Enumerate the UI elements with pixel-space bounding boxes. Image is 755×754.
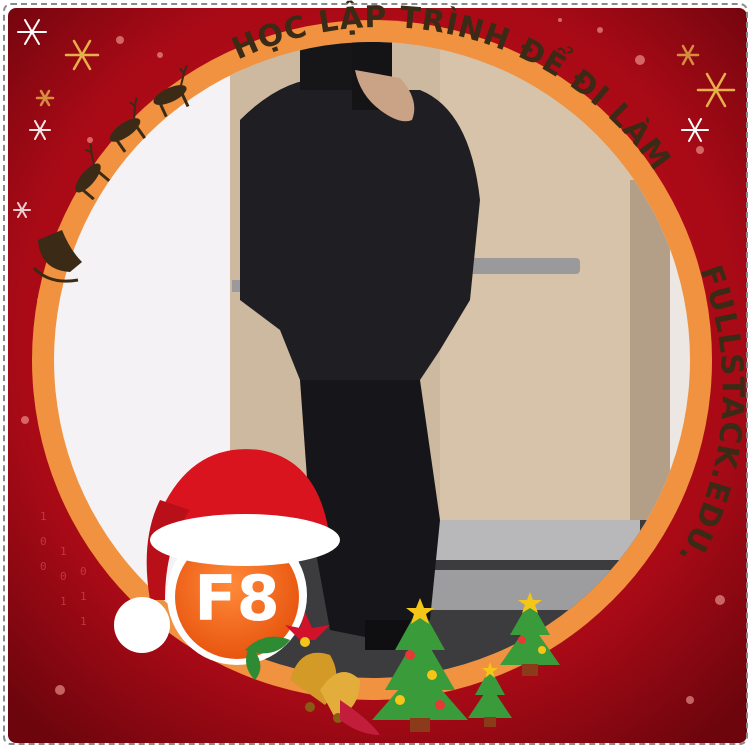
svg-text:1: 1 xyxy=(80,590,87,603)
svg-text:1: 1 xyxy=(40,510,47,523)
frame-artwork: 100 101 011 HỌC LẬP TRÌNH ĐỂ ĐI LÀM FULL… xyxy=(0,0,749,743)
logo-text: F8 xyxy=(194,562,280,635)
avatar-frame-canvas: 100 101 011 HỌC LẬP TRÌNH ĐỂ ĐI LÀM FULL… xyxy=(0,0,755,750)
svg-text:1: 1 xyxy=(60,595,67,608)
svg-text:0: 0 xyxy=(40,535,47,548)
svg-text:1: 1 xyxy=(80,615,87,628)
svg-text:0: 0 xyxy=(80,565,87,578)
svg-text:1: 1 xyxy=(60,545,67,558)
svg-text:0: 0 xyxy=(40,560,47,573)
svg-text:0: 0 xyxy=(60,570,67,583)
